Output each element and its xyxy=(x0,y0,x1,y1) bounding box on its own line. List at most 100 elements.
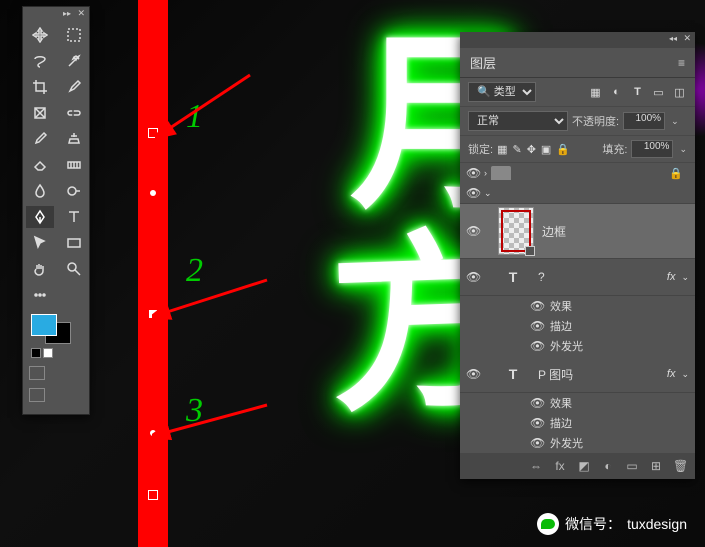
layer-row-selected[interactable]: 👁 边框 xyxy=(460,204,695,259)
panel-menu-icon[interactable]: ≡ xyxy=(678,56,685,70)
quick-mask-toggle[interactable] xyxy=(23,362,89,384)
layer-group[interactable]: 👁 › 🔒 xyxy=(460,163,695,183)
new-layer-icon[interactable]: ⊞ xyxy=(649,459,663,473)
layer-row[interactable]: 👁 T P 图吗 fx ⌄ xyxy=(460,356,695,393)
type-tool[interactable] xyxy=(60,206,88,228)
move-tool[interactable] xyxy=(26,24,54,46)
path-selection-tool[interactable] xyxy=(26,232,54,254)
crop-tool[interactable] xyxy=(26,76,54,98)
layer-row[interactable]: 👁 ⌄ xyxy=(460,183,695,204)
visibility-icon[interactable]: 👁 xyxy=(466,367,480,381)
filter-type-icon[interactable]: T xyxy=(630,85,645,100)
gradient-tool[interactable] xyxy=(60,154,88,176)
foreground-color[interactable] xyxy=(31,314,57,336)
screen-mode[interactable] xyxy=(23,384,89,406)
edit-toolbar[interactable] xyxy=(26,284,54,306)
dodge-tool[interactable] xyxy=(60,180,88,202)
chevron-down-icon[interactable]: ⌄ xyxy=(484,188,492,199)
wechat-icon xyxy=(537,513,559,535)
lasso-tool[interactable] xyxy=(26,50,54,72)
lock-row: 锁定: ▦ ✎ ✥ ▣ 🔒 填充: 100% ⌄ xyxy=(460,136,695,163)
fx-badge[interactable]: fx xyxy=(667,368,676,380)
magic-wand-tool[interactable] xyxy=(60,50,88,72)
clone-stamp-tool[interactable] xyxy=(60,128,88,150)
brush-tool[interactable] xyxy=(26,128,54,150)
filter-smart-icon[interactable]: ◫ xyxy=(672,85,687,100)
layer-row[interactable]: 👁 T ? fx ⌄ xyxy=(460,259,695,296)
tools-panel-header[interactable]: ▸▸ ✕ xyxy=(23,7,89,22)
fill-value[interactable]: 100% xyxy=(631,140,673,158)
layer-effect-row[interactable]: 👁描边 xyxy=(460,413,695,433)
blend-mode-select[interactable]: 正常 xyxy=(468,111,568,131)
chevron-down-icon[interactable]: ⌄ xyxy=(681,272,689,283)
lock-artboard-icon[interactable]: ▣ xyxy=(541,143,551,156)
anchor-point[interactable] xyxy=(148,128,158,138)
folder-icon xyxy=(491,166,511,180)
layer-effect-row[interactable]: 👁外发光 xyxy=(460,336,695,356)
visibility-icon[interactable]: 👁 xyxy=(466,224,480,238)
shape-badge-icon xyxy=(525,246,535,256)
pen-tool[interactable] xyxy=(26,206,54,228)
type-layer-icon: T xyxy=(498,262,528,292)
zoom-tool[interactable] xyxy=(60,258,88,280)
layer-mask-icon[interactable]: ◩ xyxy=(577,459,591,473)
chevron-down-icon[interactable]: ⌄ xyxy=(671,116,679,127)
annotation-arrow-3 xyxy=(152,400,272,445)
filter-shape-icon[interactable]: ▭ xyxy=(651,85,666,100)
chevron-down-icon[interactable]: ⌄ xyxy=(681,369,689,380)
annotation-3: 3 xyxy=(186,392,203,430)
delete-layer-icon[interactable]: 🗑 xyxy=(673,459,687,473)
layer-effect-row[interactable]: 👁外发光 xyxy=(460,433,695,453)
frame-tool[interactable] xyxy=(26,102,54,124)
layer-effect-row[interactable]: 👁效果 xyxy=(460,393,695,413)
tools-footer xyxy=(23,406,89,414)
lock-transparency-icon[interactable]: ▦ xyxy=(497,143,507,156)
filter-pixel-icon[interactable]: ▦ xyxy=(588,85,603,100)
layers-tab[interactable]: 图层 ≡ xyxy=(460,48,695,78)
visibility-icon[interactable]: 👁 xyxy=(466,186,480,200)
chevron-down-icon[interactable]: ⌄ xyxy=(679,144,687,155)
path-node[interactable] xyxy=(150,430,156,436)
filter-kind-select[interactable]: 🔍 类型类型 xyxy=(468,82,536,102)
lock-paint-icon[interactable]: ✎ xyxy=(512,143,521,156)
opacity-value[interactable]: 100% xyxy=(623,112,665,130)
watermark-id: tuxdesign xyxy=(627,516,687,532)
chevron-right-icon[interactable]: › xyxy=(484,168,487,178)
layers-panel-header[interactable]: ◂◂ ✕ xyxy=(460,32,695,48)
healing-brush-tool[interactable] xyxy=(60,102,88,124)
fx-badge[interactable]: fx xyxy=(667,271,676,283)
color-swatches[interactable] xyxy=(23,308,89,362)
filter-adjust-icon[interactable]: ◐ xyxy=(609,85,624,100)
collapse-icon[interactable]: ▸▸ xyxy=(63,9,71,18)
layer-name[interactable]: ? xyxy=(538,270,667,284)
anchor-point[interactable] xyxy=(148,490,158,500)
rectangle-tool[interactable] xyxy=(60,232,88,254)
red-shape-path[interactable] xyxy=(138,0,168,547)
layers-footer: ⇔ fx ◩ ◐ ▭ ⊞ 🗑 xyxy=(460,453,695,479)
layer-name[interactable]: 边框 xyxy=(542,223,689,240)
layer-thumbnail[interactable] xyxy=(498,207,534,255)
hand-tool[interactable] xyxy=(26,258,54,280)
new-group-icon[interactable]: ▭ xyxy=(625,459,639,473)
marquee-tool[interactable] xyxy=(60,24,88,46)
eyedropper-tool[interactable] xyxy=(60,76,88,98)
blur-tool[interactable] xyxy=(26,180,54,202)
layer-effect-row[interactable]: 👁描边 xyxy=(460,316,695,336)
layer-effect-row[interactable]: 👁效果 xyxy=(460,296,695,316)
eraser-tool[interactable] xyxy=(26,154,54,176)
collapse-icon[interactable]: ◂◂ xyxy=(669,34,677,43)
visibility-icon[interactable]: 👁 xyxy=(466,270,480,284)
lock-icon: 🔒 xyxy=(669,167,683,180)
adjustment-layer-icon[interactable]: ◐ xyxy=(601,459,615,473)
anchor-point-selected[interactable] xyxy=(149,310,157,318)
visibility-icon[interactable]: 👁 xyxy=(466,166,480,180)
tab-label: 图层 xyxy=(470,53,496,72)
close-icon[interactable]: ✕ xyxy=(683,33,691,44)
link-layers-icon[interactable]: ⇔ xyxy=(529,459,543,473)
lock-position-icon[interactable]: ✥ xyxy=(527,143,536,156)
path-node[interactable] xyxy=(150,190,156,196)
layer-name[interactable]: P 图吗 xyxy=(538,366,667,383)
close-icon[interactable]: ✕ xyxy=(77,8,85,19)
layer-fx-icon[interactable]: fx xyxy=(553,459,567,473)
lock-all-icon[interactable]: 🔒 xyxy=(556,143,570,156)
